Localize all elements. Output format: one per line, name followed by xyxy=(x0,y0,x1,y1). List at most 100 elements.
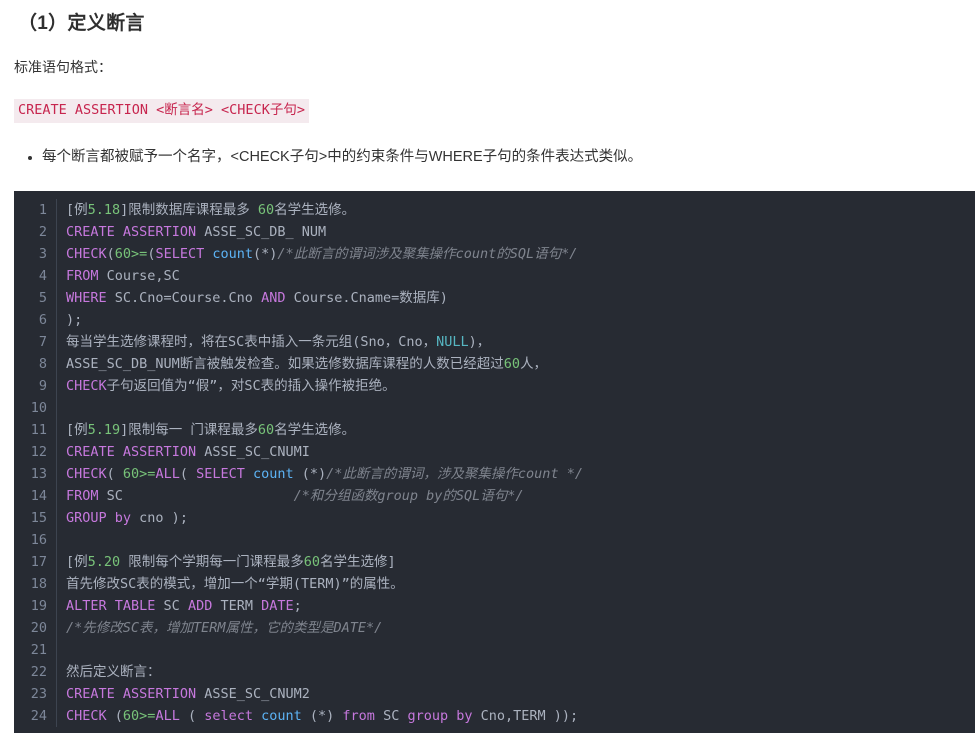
syntax-inline-code: CREATE ASSERTION <断言名> <CHECK子句> xyxy=(14,99,309,123)
code-line-content: CHECK子句返回值为“假”，对SC表的插入操作被拒绝。 xyxy=(57,375,396,397)
code-token: ASSE_SC_CNUM2 xyxy=(196,685,310,702)
code-line: 1 [例5.18]限制数据库课程最多 60名学生选修。 xyxy=(14,198,975,221)
code-line: 14 FROM SC /*和分组函数group by的SQL语句*/ xyxy=(14,484,975,507)
code-token: /*此断言的谓词涉及聚集操作count的SQL语句*/ xyxy=(277,245,578,262)
code-line-content: CREATE ASSERTION ASSE_SC_CNUMI xyxy=(57,441,310,463)
code-line: 17 [例5.20 限制每个学期每一门课程最多60名学生选修] xyxy=(14,550,975,573)
code-token: count xyxy=(212,245,254,262)
line-number: 18 xyxy=(14,572,57,595)
code-token: ALL xyxy=(155,707,180,724)
code-token: AND xyxy=(261,289,286,306)
code-line-content: /*先修改SC表，增加TERM属性，它的类型是DATE*/ xyxy=(57,617,382,639)
code-line-content: 然后定义断言： xyxy=(57,661,161,683)
document-body: （1）定义断言 标准语句格式： CREATE ASSERTION <断言名> <… xyxy=(0,0,975,733)
code-token: Cno,TERM )); xyxy=(472,707,579,724)
line-number: 15 xyxy=(14,506,57,529)
code-token: [例 xyxy=(66,553,88,570)
code-line-content: CHECK (60>=ALL ( select count (*) from S… xyxy=(57,705,578,727)
line-number: 7 xyxy=(14,330,57,353)
code-token: >= xyxy=(139,465,156,482)
code-token: 首先修改SC表的模式，增加一个“学期(TERM)”的属性。 xyxy=(66,575,404,592)
code-line-content: 每当学生选修课程时，将在SC表中插入一条元组(Sno，Cno，NULL)， xyxy=(57,331,490,353)
code-token: CREATE xyxy=(66,443,115,460)
code-line-content: CHECK(60>=(SELECT count(*)/*此断言的谓词涉及聚集操作… xyxy=(57,243,577,265)
code-token: ]限制数据库课程最多 xyxy=(120,201,258,218)
code-token: (*) xyxy=(301,707,343,724)
code-line: 4 FROM Course,SC xyxy=(14,264,975,287)
code-line-content: FROM SC /*和分组函数group by的SQL语句*/ xyxy=(57,485,524,507)
code-token: /*先修改SC表，增加TERM属性，它的类型是DATE*/ xyxy=(66,619,383,636)
code-token: CHECK xyxy=(66,245,107,262)
syntax-code-wrapper: CREATE ASSERTION <断言名> <CHECK子句> xyxy=(0,77,975,123)
code-token: TABLE xyxy=(114,597,156,614)
code-line: 10 xyxy=(14,396,975,419)
notes-list: 每个断言都被赋予一个名字，<CHECK子句>中的约束条件与WHERE子句的条件表… xyxy=(0,123,975,169)
code-token: CHECK xyxy=(66,465,107,482)
code-token: from xyxy=(342,707,375,724)
code-token: ALL xyxy=(155,465,180,482)
line-number: 6 xyxy=(14,308,57,331)
code-token: FROM xyxy=(66,487,99,504)
line-number: 17 xyxy=(14,550,57,573)
code-token: ; xyxy=(293,597,302,614)
code-token: DATE xyxy=(261,597,294,614)
code-line: 24 CHECK (60>=ALL ( select count (*) from… xyxy=(14,704,975,727)
code-token: 60 xyxy=(122,707,140,724)
code-token: CHECK xyxy=(66,707,107,724)
code-line-content: ALTER TABLE SC ADD TERM DATE; xyxy=(57,595,302,617)
code-token: CREATE xyxy=(66,685,115,702)
code-line-content: CREATE ASSERTION ASSE_SC_DB_ NUM xyxy=(57,221,326,243)
code-line-content: CHECK( 60>=ALL( SELECT count (*)/*此断言的谓词… xyxy=(57,463,583,485)
code-token: /*此断言的谓词，涉及聚集操作count */ xyxy=(326,465,583,482)
code-line: 12 CREATE ASSERTION ASSE_SC_CNUMI xyxy=(14,440,975,463)
line-number: 2 xyxy=(14,220,57,243)
code-token: Course,SC xyxy=(98,267,180,284)
code-token: ASSERTION xyxy=(122,685,197,702)
code-line: 20 /*先修改SC表，增加TERM属性，它的类型是DATE*/ xyxy=(14,616,975,639)
code-line-content: ); xyxy=(57,309,82,331)
code-token: 名学生选修。 xyxy=(274,201,356,218)
code-line: 21 xyxy=(14,638,975,661)
code-block[interactable]: 1 [例5.18]限制数据库课程最多 60名学生选修。 2 CREATE ASSERT… xyxy=(14,190,975,733)
code-line-content: [例5.18]限制数据库课程最多 60名学生选修。 xyxy=(57,199,355,221)
code-line-content: [例5.19]限制每一 门课程最多60名学生选修。 xyxy=(57,419,355,441)
code-line-content xyxy=(57,639,66,661)
code-token: 60 xyxy=(114,245,132,262)
code-token: [例 xyxy=(66,201,88,218)
page-title: （1）定义断言 xyxy=(18,13,145,34)
code-token: 名学生选修] xyxy=(320,553,396,570)
code-token: SELECT xyxy=(155,245,205,262)
line-number: 14 xyxy=(14,484,57,507)
line-number: 23 xyxy=(14,682,57,705)
code-token: 人， xyxy=(520,355,548,372)
code-token: by xyxy=(114,509,132,526)
code-line-content xyxy=(57,529,66,551)
line-number: 19 xyxy=(14,594,57,617)
code-line-content: 首先修改SC表的模式，增加一个“学期(TERM)”的属性。 xyxy=(57,573,404,595)
code-token: Course.Cname=数据库) xyxy=(285,289,448,306)
code-token: 60 xyxy=(122,465,140,482)
line-number: 21 xyxy=(14,638,57,661)
code-token: ( xyxy=(179,707,205,724)
line-number: 3 xyxy=(14,242,57,265)
line-number: 20 xyxy=(14,616,57,639)
code-token: SC xyxy=(98,487,123,504)
code-token: >= xyxy=(139,707,156,724)
line-number: 16 xyxy=(14,528,57,551)
code-token: /*和分组函数group by的SQL语句*/ xyxy=(293,487,524,504)
code-token: 60 xyxy=(303,553,321,570)
line-number: 5 xyxy=(14,286,57,309)
code-line-content: WHERE SC.Cno=Course.Cno AND Course.Cname… xyxy=(57,287,448,309)
line-number: 8 xyxy=(14,352,57,375)
code-token: 60 xyxy=(257,421,275,438)
line-number: 10 xyxy=(14,396,57,419)
code-line: 2 CREATE ASSERTION ASSE_SC_DB_ NUM xyxy=(14,220,975,243)
code-token: ASSE_SC_DB_ NUM xyxy=(196,223,327,240)
code-token: count xyxy=(261,707,302,724)
code-line-content: ASSE_SC_DB_NUM断言被触发检查。如果选修数据库课程的人数已经超过60… xyxy=(57,353,547,375)
code-token: )， xyxy=(468,333,491,350)
line-number: 9 xyxy=(14,374,57,397)
